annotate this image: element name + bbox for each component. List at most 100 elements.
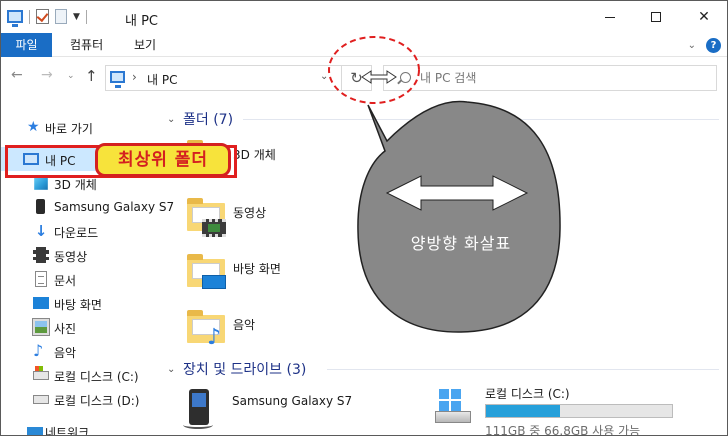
drive-icon: [33, 366, 49, 380]
tab-view[interactable]: 보기: [121, 33, 169, 57]
sidebar-item-drive-c[interactable]: 로컬 디스크 (C:): [1, 363, 159, 387]
breadcrumb[interactable]: 내 PC: [147, 71, 177, 88]
item-label: 바탕 화면: [233, 262, 281, 276]
item-label: Samsung Galaxy S7: [232, 394, 353, 408]
maximize-icon: [651, 12, 661, 22]
sidebar-item-label: 네트워크: [45, 426, 90, 436]
toolbar-divider: [29, 9, 30, 24]
sidebar-item-label: 로컬 디스크 (C:): [54, 370, 139, 384]
sidebar-item-downloads[interactable]: ↓ 다운로드: [1, 219, 159, 243]
up-arrow-icon[interactable]: ↑: [85, 67, 98, 85]
sidebar-item-music[interactable]: ♪ 음악: [1, 339, 159, 363]
item-label: 동영상: [233, 206, 267, 220]
minimize-button[interactable]: [587, 1, 633, 33]
refresh-button[interactable]: ↻: [342, 65, 372, 91]
computer-icon[interactable]: [7, 10, 23, 27]
maximize-button[interactable]: [633, 1, 679, 33]
sidebar-item-drive-d[interactable]: 로컬 디스크 (D:): [1, 387, 159, 411]
folders-group-header[interactable]: ⌄ 폴더 (7): [167, 108, 233, 130]
group-divider: [243, 119, 719, 120]
minimize-icon: [605, 16, 615, 18]
music-folder-icon: ♪: [185, 305, 227, 349]
refresh-icon: ↻: [350, 69, 363, 87]
new-folder-icon[interactable]: [55, 9, 67, 24]
computer-icon: [110, 71, 125, 88]
navigation-bar: ← → ⌄ ↑ › 내 PC ⌄ ↻: [1, 63, 727, 93]
desktop-icon: [33, 297, 49, 309]
back-arrow-icon[interactable]: ←: [11, 67, 23, 83]
sidebar-item-network[interactable]: 네트워크: [1, 419, 159, 436]
title-bar: ▼ 내 PC ✕: [1, 1, 727, 33]
expand-ribbon-icon[interactable]: ⌄: [688, 40, 696, 51]
sidebar-item-label: 음악: [54, 346, 77, 360]
sidebar-item-quick-access[interactable]: ★ 바로 가기: [1, 115, 159, 139]
group-divider: [327, 369, 719, 370]
group-title: 폴더 (7): [183, 112, 234, 128]
quick-access-toolbar: ▼: [7, 9, 87, 27]
drive-usage-bar: [485, 404, 673, 418]
search-icon: [400, 72, 411, 83]
close-icon: ✕: [698, 9, 710, 25]
earbuds-icon: [183, 421, 213, 429]
tab-file[interactable]: 파일: [1, 33, 52, 57]
desktop-folder-icon: [185, 249, 227, 291]
sidebar-item-documents[interactable]: 문서: [1, 267, 159, 291]
close-button[interactable]: ✕: [681, 1, 727, 33]
address-dropdown-icon[interactable]: ⌄: [320, 71, 328, 82]
drive-usage-fill: [486, 405, 561, 417]
sidebar-item-label: 바로 가기: [45, 122, 93, 136]
device-item-galaxy-s7[interactable]: Samsung Galaxy S7: [181, 385, 381, 435]
properties-icon[interactable]: [36, 9, 49, 24]
drive-icon: [435, 389, 471, 425]
drive-item-c[interactable]: 로컬 디스크 (C:) 111GB 중 66.8GB 사용 가능: [435, 385, 695, 435]
document-icon: [35, 271, 47, 287]
picture-icon: [32, 318, 50, 336]
folder-item-music[interactable]: ♪ 음악: [185, 305, 435, 361]
video-folder-icon: [185, 193, 227, 237]
help-icon[interactable]: ?: [706, 38, 721, 53]
toolbar-divider: [85, 9, 87, 24]
sidebar-item-label: 동영상: [54, 250, 88, 264]
sidebar-item-videos[interactable]: 동영상: [1, 243, 159, 267]
customize-toolbar-icon[interactable]: ▼: [73, 12, 80, 22]
group-title: 장치 및 드라이브 (3): [183, 362, 307, 378]
recent-locations-icon[interactable]: ⌄: [67, 71, 75, 81]
sidebar-item-galaxy-s7[interactable]: Samsung Galaxy S7: [1, 195, 174, 219]
sidebar-item-label: 다운로드: [54, 226, 99, 240]
ribbon-tabs: 파일 컴퓨터 보기 ⌄ ?: [1, 33, 727, 57]
tab-computer[interactable]: 컴퓨터: [57, 33, 116, 57]
download-icon: ↓: [34, 222, 48, 240]
content-pane: ⌄ 폴더 (7) 3D 개체 동영상 바탕 화면 ♪ 음악 ⌄ 장치 및 드라이…: [167, 105, 727, 435]
sidebar-item-label: 사진: [54, 322, 77, 336]
drive-icon: [33, 395, 49, 404]
3d-objects-icon: [34, 176, 48, 190]
media-player-icon: [189, 389, 209, 425]
forward-arrow-icon[interactable]: →: [41, 67, 53, 83]
search-box[interactable]: [383, 65, 717, 91]
windows-logo-icon: [439, 389, 461, 411]
drive-name: 로컬 디스크 (C:): [485, 387, 570, 401]
collapse-chevron-icon[interactable]: ⌄: [167, 114, 177, 125]
window-title: 내 PC: [125, 14, 159, 29]
bubble-caption: 양방향 화살표: [410, 234, 512, 253]
sidebar-item-label: 문서: [54, 274, 77, 288]
music-icon: ♪: [33, 341, 44, 360]
phone-icon: [36, 199, 45, 214]
top-folder-callout: 최상위 폴더: [95, 143, 231, 177]
collapse-chevron-icon[interactable]: ⌄: [167, 364, 177, 375]
devices-group-header[interactable]: ⌄ 장치 및 드라이브 (3): [167, 358, 306, 380]
ribbon-right-controls: ⌄ ?: [688, 38, 721, 53]
explorer-window: ▼ 내 PC ✕ 파일 컴퓨터 보기 ⌄ ? ← → ⌄ ↑ › 내 PC ⌄ …: [0, 0, 728, 436]
sidebar-item-desktop[interactable]: 바탕 화면: [1, 291, 159, 315]
folder-item-desktop[interactable]: 바탕 화면: [185, 249, 435, 305]
sidebar-item-pictures[interactable]: 사진: [1, 315, 159, 339]
search-input[interactable]: [420, 70, 700, 86]
sidebar-item-label: 로컬 디스크 (D:): [54, 394, 140, 408]
breadcrumb-chevron-icon[interactable]: ›: [132, 70, 137, 84]
address-bar[interactable]: › 내 PC ⌄: [105, 65, 342, 91]
network-icon: [27, 427, 43, 435]
video-icon: [33, 247, 49, 263]
item-label: 음악: [233, 318, 256, 332]
sidebar-item-label: Samsung Galaxy S7: [54, 200, 175, 214]
sidebar-item-label: 3D 개체: [54, 178, 97, 192]
